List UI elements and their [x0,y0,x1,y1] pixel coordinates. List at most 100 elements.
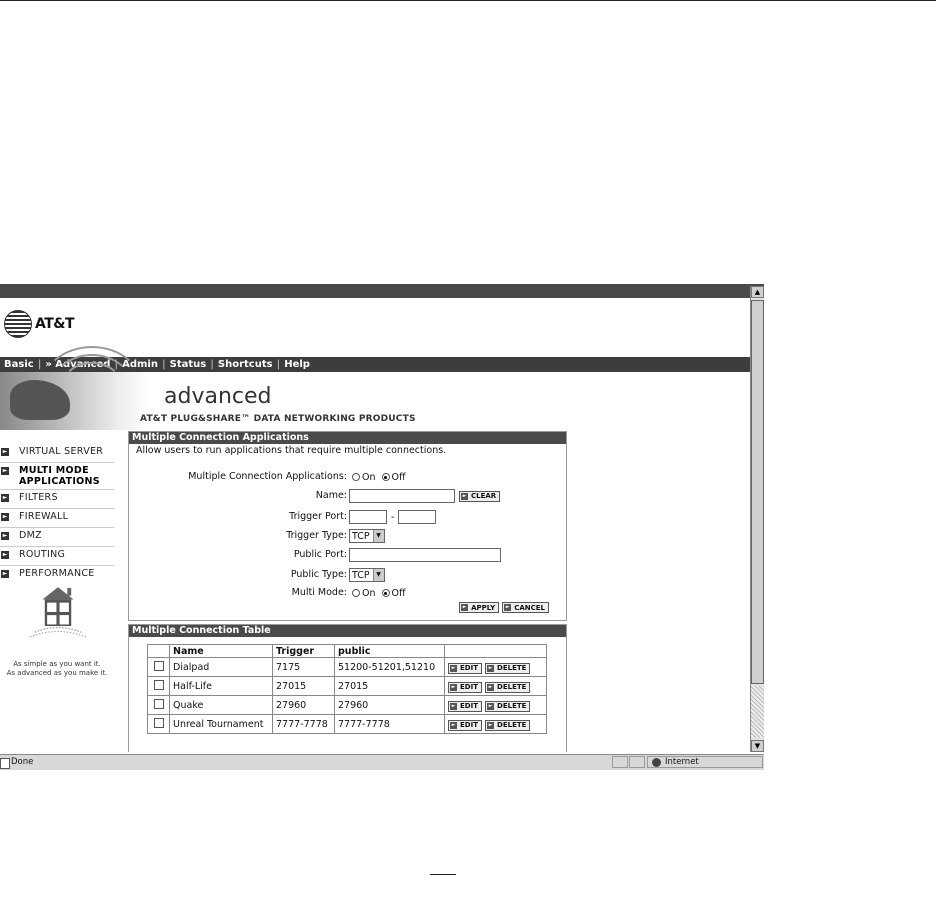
cell-name: Quake [169,695,273,715]
row-checkbox[interactable] [153,679,164,690]
nav-shortcuts[interactable]: Shortcuts [214,359,277,370]
scrollbar-thumb[interactable] [751,300,764,684]
status-text: Done [11,757,34,767]
page-content: AT&T Basic |» Advanced | Admin | Status | Short… [0,298,750,754]
port-dash: - [391,511,395,523]
clear-button[interactable]: ► CLEAR [459,490,501,502]
name-input[interactable] [349,489,455,503]
sidebar-item-label: FIREWALL [19,511,69,522]
radio-label: Off [391,471,406,483]
public-type-select[interactable]: TCP ▼ [349,568,385,582]
row-checkbox[interactable] [153,717,164,728]
arrow-icon: ► [450,664,457,672]
banner-photo [0,346,150,430]
multi-mode-row: Multi Mode: On Off [129,584,568,602]
nav-help[interactable]: Help [280,359,314,370]
multi-mode-on-radio[interactable] [352,589,360,597]
edit-button[interactable]: ► EDIT [448,719,482,731]
row-checkbox[interactable] [153,660,164,671]
cell-trigger: 27960 [272,695,335,715]
mca-toggle-row: Multiple Connection Applications: On Off [129,468,568,486]
cell-name: Unreal Tournament [169,714,273,734]
arrow-icon: ► [1,551,9,559]
scroll-up-icon[interactable]: ▲ [751,286,764,298]
page-footer-rule [430,874,456,875]
cancel-button[interactable]: ► CANCEL [502,602,549,613]
radio-label: On [362,587,376,599]
window-top-strip [0,284,764,298]
tagline: As simple as you want it. As advanced as… [0,660,114,678]
public-type-row: Public Type: TCP ▼ [129,566,568,584]
table-row: Unreal Tournament 7777-7778 7777-7778 ► E… [147,714,547,734]
sidebar-item-multi-mode-applications[interactable]: ► MULTI MODE APPLICATIONS [0,463,114,490]
sidebar-item-performance[interactable]: ► PERFORMANCE [0,566,114,584]
dropdown-arrow-icon: ▼ [372,530,384,542]
page-top-rule [0,0,936,1]
cell-trigger: 7175 [272,657,335,677]
table-row: Dialpad 7175 51200-51201,51210 ► EDIT ► DE… [147,657,547,677]
field-label: Multi Mode: [291,587,347,598]
cell-name: Half-Life [169,676,273,696]
delete-button[interactable]: ► DELETE [485,681,531,693]
arrow-icon: ► [450,721,457,729]
radio-label: On [362,471,376,483]
public-port-input[interactable] [349,548,501,562]
row-checkbox[interactable] [153,698,164,709]
browser-window: AT&T Basic |» Advanced | Admin | Status | Short… [0,284,764,770]
panel-description: Allow users to run applications that req… [136,445,447,456]
arrow-icon: ► [1,494,9,502]
edit-button[interactable]: ► EDIT [448,662,482,674]
delete-button[interactable]: ► DELETE [485,719,531,731]
nav-basic[interactable]: Basic [0,359,38,370]
sidebar-item-firewall[interactable]: ► FIREWALL [0,509,114,528]
scrollbar-track[interactable] [751,686,764,738]
sidebar-item-filters[interactable]: ► FILTERS [0,490,114,509]
arrow-icon: ► [461,604,469,611]
col-header-public: public [334,644,445,658]
arrow-icon: ► [1,532,9,540]
nav-status[interactable]: Status [166,359,211,370]
apply-button[interactable]: ► APPLY [459,602,500,613]
sidebar-item-routing[interactable]: ► ROUTING [0,547,114,566]
sidebar-item-dmz[interactable]: ► DMZ [0,528,114,547]
arrow-icon: ► [1,513,9,521]
delete-button[interactable]: ► DELETE [485,662,531,674]
sidebar-item-virtual-server[interactable]: ► VIRTUAL SERVER [0,444,114,463]
trigger-port-to-input[interactable] [398,510,437,524]
cell-public: 7777-7778 [334,714,445,734]
cell-trigger: 27015 [272,676,335,696]
field-label: Multiple Connection Applications: [188,471,347,482]
security-zone: Internet [665,757,699,767]
internet-zone-icon [652,758,661,767]
edit-button[interactable]: ► EDIT [448,681,482,693]
arrow-icon: ► [1,448,9,456]
arrow-icon: ► [487,702,495,710]
trigger-type-select[interactable]: TCP ▼ [349,529,385,543]
cell-trigger: 7777-7778 [272,714,335,734]
connection-table: Name Trigger public Dialpad 7175 51200-5… [147,644,547,734]
mca-on-radio[interactable] [352,473,360,481]
trigger-port-from-input[interactable] [349,510,387,524]
delete-button[interactable]: ► DELETE [485,700,531,712]
edit-button[interactable]: ► EDIT [448,700,482,712]
sidebar-item-label: DMZ [19,530,42,541]
sidebar: ► VIRTUAL SERVER ► MULTI MODE APPLICATIO… [0,444,114,584]
tagline-line-1: As simple as you want it. [13,660,101,668]
mca-form-panel: Multiple Connection Applications Allow u… [128,431,567,621]
mct-panel: Multiple Connection Table Name Trigger p… [128,624,567,752]
dropdown-arrow-icon: ▼ [372,569,384,581]
att-globe-icon [4,310,32,338]
cell-public: 51200-51201,51210 [334,657,445,677]
scroll-down-icon[interactable]: ▼ [751,740,764,752]
panel-heading: Multiple Connection Table [129,625,566,637]
att-logo[interactable]: AT&T [4,310,75,338]
trigger-port-row: Trigger Port: - [129,508,568,526]
multi-mode-off-radio[interactable] [381,589,390,597]
mca-off-radio[interactable] [381,473,390,481]
field-label: Public Port: [293,549,347,560]
status-bar: Done Internet [0,754,764,770]
arrow-icon: ► [487,664,495,672]
arrow-icon: ► [450,683,457,691]
vertical-scrollbar[interactable]: ▲ ▼ [750,286,764,752]
cell-public: 27015 [334,676,445,696]
